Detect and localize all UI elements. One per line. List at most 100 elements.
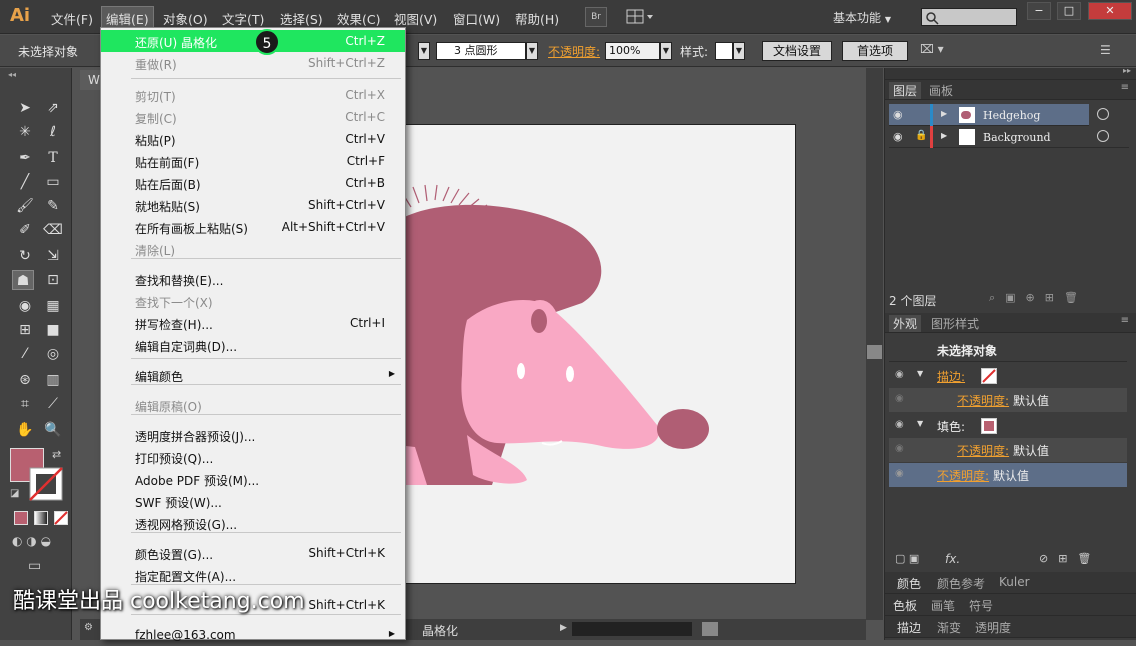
preferences-button[interactable]: 首选项 [842,41,908,61]
menu-view[interactable]: 视图(V) [394,9,437,28]
opacity-input[interactable]: 100% [605,42,660,60]
tab-layers[interactable]: 图层 [889,82,922,99]
minimize-button[interactable]: − [1027,2,1051,20]
mesh-tool-icon[interactable]: ⊞ [14,320,36,340]
tab-appearance[interactable]: 外观 [889,315,922,332]
menu-select[interactable]: 选择(S) [280,9,323,28]
lock-icon[interactable]: 🔒 [915,130,927,141]
edit-menu-item[interactable]: Adobe PDF 预设(M)... [101,468,405,490]
edit-menu-item[interactable]: 打印预设(Q)... [101,446,405,468]
help-search-input[interactable] [921,8,1017,26]
layer-row-background[interactable]: ◉ 🔒 ▶ Background [889,126,1129,148]
free-transform-icon[interactable]: ⊡ [42,270,64,290]
expand-arrow-icon[interactable]: ▶ [941,131,947,140]
column-graph-icon[interactable]: ▥ [42,370,64,390]
stroke-swatch[interactable] [28,466,64,502]
eye-icon[interactable]: ◉ [895,443,904,454]
scale-tool-icon[interactable]: ⇲ [42,246,64,266]
eye-icon[interactable]: ◉ [895,468,904,479]
edit-menu-item[interactable]: 查找和替换(E)... [101,268,405,290]
tab-kuler[interactable]: Kuler [999,575,1030,589]
drawing-modes-icon[interactable]: ◐ ◑ ◒ [12,534,51,548]
settings-gear-icon[interactable]: ⚙ [84,622,93,633]
rotate-tool-icon[interactable]: ↻ [14,246,36,266]
brush-profile-select[interactable]: 3 点圆形 [436,42,526,60]
stroke-swatch-icon[interactable] [981,368,997,384]
edit-menu-item[interactable]: 贴在后面(B) Ctrl+B [101,172,405,194]
edit-menu-item[interactable]: 就地粘贴(S) Shift+Ctrl+V [101,194,405,216]
expand-arrow-icon[interactable]: ▶ [941,109,947,118]
none-mode-icon[interactable] [54,511,68,525]
fx-button[interactable]: fx. [945,552,960,566]
status-play-icon[interactable]: ▶ [560,623,567,633]
brush-profile-dropdown[interactable]: ▼ [526,42,538,60]
layer-name[interactable]: Background [983,131,1051,144]
tab-color[interactable]: 颜色 [897,575,921,592]
appearance-fill-opacity-row[interactable]: ◉ 不透明度: 默认值 [889,438,1127,462]
layer-row-hedgehog[interactable]: ◉ ▶ Hedgehog [889,104,1109,126]
document-setup-button[interactable]: 文档设置 [762,41,832,61]
new-stroke-icon[interactable]: ▢ ▣ [895,552,919,565]
menu-help[interactable]: 帮助(H) [515,9,559,28]
symbol-sprayer-icon[interactable]: ⊛ [14,370,36,390]
menu-type[interactable]: 文字(T) [222,9,264,28]
gradient-tool-icon[interactable]: ■ [42,320,64,340]
shape-builder-icon[interactable]: ◉ [14,296,36,316]
fill-swatch-icon[interactable] [981,418,997,434]
edit-menu-item[interactable]: 颜色设置(G)... Shift+Ctrl+K [101,542,405,564]
edit-menu-item[interactable]: 编辑颜色 ▶ [101,364,405,386]
tab-symbols[interactable]: 符号 [969,597,993,614]
paintbrush-icon[interactable]: 🖌 [14,196,36,216]
control-menu-icon[interactable]: ☰ [1100,43,1111,57]
bridge-button[interactable]: Br [585,7,607,27]
appearance-fill-row[interactable]: ◉ ▼ 填色: [889,414,1127,438]
vertical-scroll-thumb[interactable] [867,345,882,359]
layer-target-icon[interactable] [1097,108,1109,120]
expand-arrow-icon[interactable]: ▼ [917,369,923,378]
eraser-icon[interactable]: ⌫ [42,220,64,240]
menu-file[interactable]: 文件(F) [51,9,93,28]
edit-menu-item[interactable]: 透视网格预设(G)... [101,512,405,534]
tab-gradient[interactable]: 渐变 [937,619,961,636]
magic-wand-icon[interactable]: ✳ [14,122,36,142]
blob-brush-icon[interactable]: ✐ [14,220,36,240]
gradient-mode-icon[interactable] [34,511,48,525]
rectangle-tool-icon[interactable]: ▭ [42,172,64,192]
eye-icon[interactable]: ◉ [895,419,904,430]
slice-tool-icon[interactable]: ⟋ [42,394,64,414]
edit-menu-item[interactable]: 还原(U) 晶格化 Ctrl+Z [101,30,405,52]
appearance-opacity-row[interactable]: ◉ 不透明度: 默认值 [889,463,1127,487]
expand-arrow-icon[interactable]: ▼ [917,419,923,428]
edit-menu-item[interactable]: 拼写检查(H)... Ctrl+I [101,312,405,334]
eye-icon[interactable]: ◉ [893,130,903,143]
edit-menu-item[interactable]: 编辑自定词典(D)... [101,334,405,356]
tab-stroke[interactable]: 描边 [897,619,921,636]
tab-brushes[interactable]: 画笔 [931,597,955,614]
menu-object[interactable]: 对象(O) [163,9,208,28]
collapse-icon[interactable]: ◂◂ [8,70,16,79]
panel-menu-icon[interactable]: ≡ [1121,315,1129,326]
stroke-link[interactable]: 描边: [937,368,965,385]
line-tool-icon[interactable]: ╱ [14,172,36,192]
tab-transparency[interactable]: 透明度 [975,619,1011,636]
artboard-tool-icon[interactable]: ⌗ [14,394,36,414]
style-swatch[interactable] [715,42,733,60]
artboard[interactable] [396,124,796,584]
blend-tool-icon[interactable]: ◎ [42,344,64,364]
type-tool-icon[interactable]: T [42,148,64,168]
eyedropper-icon[interactable]: ⁄ [14,344,36,364]
direct-selection-tool-icon[interactable]: ⇗ [42,98,64,118]
tab-swatches[interactable]: 色板 [893,597,917,614]
edit-menu-item[interactable]: fzhlee@163.com ▶ [101,624,405,646]
pencil-icon[interactable]: ✎ [42,196,64,216]
edit-menu-item[interactable]: 在所有画板上粘贴(S) Alt+Shift+Ctrl+V [101,216,405,238]
zoom-tool-icon[interactable]: 🔍 [42,420,64,440]
opacity-dropdown[interactable]: ▼ [660,42,672,60]
horizontal-scroll-thumb[interactable] [702,622,718,636]
layer-target-icon[interactable] [1097,130,1109,142]
horizontal-scroll-track[interactable] [572,622,692,636]
screen-mode-icon[interactable]: ▭ [28,558,41,574]
tab-color-guide[interactable]: 颜色参考 [937,575,985,592]
appearance-stroke-row[interactable]: ◉ ▼ 描边: [889,364,1127,388]
perspective-grid-icon[interactable]: ▦ [42,296,64,316]
